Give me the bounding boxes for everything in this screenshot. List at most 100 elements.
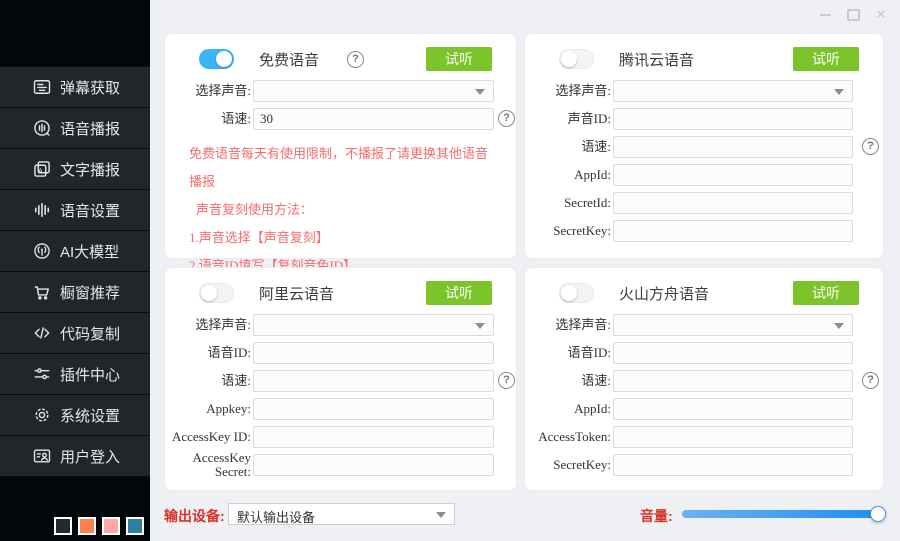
speed-input-ali[interactable]: [253, 370, 494, 392]
field-label: AccessToken:: [525, 430, 611, 444]
voice-id-input-ali[interactable]: [253, 342, 494, 364]
voice-select-tencent[interactable]: [613, 80, 853, 102]
toggle-knob: [561, 51, 577, 67]
help-icon[interactable]: ?: [498, 372, 515, 389]
free-voice-notes: 免费语音每天有使用限制，不播报了请更换其他语音播报 声音复刻使用方法： 1.声音…: [189, 140, 492, 280]
appid-input-tencent[interactable]: [613, 164, 853, 186]
sidebar-item-voice-settings[interactable]: 语音设置: [0, 190, 150, 231]
appid-input-volcano[interactable]: [613, 398, 853, 420]
sidebar: 弹幕获取 语音播报 A 文字播报 语音设置: [0, 0, 150, 541]
accesskey-secret-input-ali[interactable]: [253, 454, 494, 476]
panel-title-tencent: 腾讯云语音: [619, 49, 694, 70]
appkey-input-ali[interactable]: [253, 398, 494, 420]
window-controls: ✕: [818, 8, 888, 22]
field-label: 语速:: [165, 112, 251, 126]
tencent-voice-panel: 腾讯云语音 试听 选择声音: 声音ID: 语速: ? AppId:: [524, 33, 884, 259]
speed-input-tencent[interactable]: [613, 136, 853, 158]
field-label: Appkey:: [165, 402, 251, 416]
svg-text:A: A: [38, 167, 43, 176]
accesstoken-input-volcano[interactable]: [613, 426, 853, 448]
sidebar-item-ai-model[interactable]: AI大模型: [0, 231, 150, 272]
voice-select-volcano[interactable]: [613, 314, 853, 336]
sidebar-item-label: 代码复制: [60, 323, 120, 344]
user-card-icon: [32, 446, 52, 466]
maximize-icon[interactable]: [846, 8, 860, 22]
output-device-label: 输出设备:: [164, 506, 225, 526]
equalizer-bars-icon: [32, 200, 52, 220]
danmaku-list-icon: [32, 77, 52, 97]
ali-voice-toggle[interactable]: [199, 283, 234, 303]
sidebar-nav: 弹幕获取 语音播报 A 文字播报 语音设置: [0, 66, 150, 477]
secretkey-input-volcano[interactable]: [613, 454, 853, 476]
select-value: 默认输出设备: [237, 507, 315, 526]
free-voice-toggle[interactable]: [199, 49, 234, 69]
accesskey-id-input-ali[interactable]: [253, 426, 494, 448]
secretid-input-tencent[interactable]: [613, 192, 853, 214]
note-line: 声音复刻使用方法：: [196, 196, 492, 224]
field-label: SecretKey:: [525, 224, 611, 238]
help-icon[interactable]: ?: [862, 138, 879, 155]
voice-id-input-tencent[interactable]: [613, 108, 853, 130]
help-icon[interactable]: ?: [347, 51, 364, 68]
sidebar-item-danmu-capture[interactable]: 弹幕获取: [0, 66, 150, 108]
volume-slider-thumb[interactable]: [870, 506, 886, 522]
sidebar-item-label: 用户登入: [60, 446, 120, 467]
sidebar-item-text-broadcast[interactable]: A 文字播报: [0, 149, 150, 190]
chevron-down-icon: [475, 323, 485, 329]
sidebar-item-system-settings[interactable]: 系统设置: [0, 395, 150, 436]
tencent-voice-toggle[interactable]: [559, 49, 594, 69]
theme-swatch-dark[interactable]: [54, 517, 72, 535]
speed-input-free[interactable]: [253, 108, 494, 130]
note-line: 免费语音每天有使用限制，不播报了请更换其他语音播报: [189, 140, 492, 196]
volcano-voice-toggle[interactable]: [559, 283, 594, 303]
panel-title-free: 免费语音: [259, 49, 319, 70]
sidebar-item-label: 系统设置: [60, 405, 120, 426]
voice-id-input-volcano[interactable]: [613, 342, 853, 364]
field-label: 声音ID:: [525, 112, 611, 126]
code-icon: [32, 323, 52, 343]
help-icon[interactable]: ?: [498, 110, 515, 127]
sidebar-item-label: 文字播报: [60, 159, 120, 180]
sidebar-item-label: 橱窗推荐: [60, 282, 120, 303]
preview-button-volcano[interactable]: 试听: [793, 281, 859, 305]
help-icon[interactable]: ?: [862, 372, 879, 389]
volume-slider-fill: [682, 510, 878, 518]
theme-swatch-orange[interactable]: [78, 517, 96, 535]
note-line: 1.声音选择【声音复刻】: [189, 224, 492, 252]
voice-select-ali[interactable]: [253, 314, 494, 336]
field-label: 语音ID:: [165, 346, 251, 360]
toggle-knob: [201, 285, 217, 301]
preview-button-free[interactable]: 试听: [426, 47, 492, 71]
minimize-icon[interactable]: [818, 8, 832, 22]
volume-slider[interactable]: [682, 510, 878, 518]
sidebar-item-voice-broadcast[interactable]: 语音播报: [0, 108, 150, 149]
secretkey-input-tencent[interactable]: [613, 220, 853, 242]
field-label: SecretId:: [525, 196, 611, 210]
chevron-down-icon: [834, 323, 844, 329]
field-label: 语速:: [525, 374, 611, 388]
field-label: AppId:: [525, 402, 611, 416]
field-label: 选择声音:: [525, 318, 611, 332]
field-label: AppId:: [525, 168, 611, 182]
preview-button-ali[interactable]: 试听: [426, 281, 492, 305]
voice-broadcast-icon: [32, 118, 52, 138]
preview-button-tencent[interactable]: 试听: [793, 47, 859, 71]
ali-voice-panel: 阿里云语音 试听 选择声音: 语音ID: 语速: ? Appkey:: [164, 267, 517, 491]
theme-swatch-pink[interactable]: [102, 517, 120, 535]
sidebar-item-label: 插件中心: [60, 364, 120, 385]
field-label: AccessKey Secret:: [165, 451, 251, 478]
speed-input-volcano[interactable]: [613, 370, 853, 392]
voice-select-free[interactable]: [253, 80, 494, 102]
theme-swatch-teal[interactable]: [126, 517, 144, 535]
sidebar-item-label: AI大模型: [60, 241, 119, 262]
sidebar-item-shop-recommend[interactable]: 橱窗推荐: [0, 272, 150, 313]
sidebar-item-plugin-center[interactable]: 插件中心: [0, 354, 150, 395]
broadcast-tower-icon: [32, 241, 52, 261]
sliders-icon: [32, 364, 52, 384]
output-device-select[interactable]: 默认输出设备: [228, 503, 455, 525]
close-icon[interactable]: ✕: [874, 8, 888, 22]
field-label: 语速:: [165, 374, 251, 388]
field-label: SecretKey:: [525, 458, 611, 472]
sidebar-item-user-login[interactable]: 用户登入: [0, 436, 150, 477]
sidebar-item-code-copy[interactable]: 代码复制: [0, 313, 150, 354]
